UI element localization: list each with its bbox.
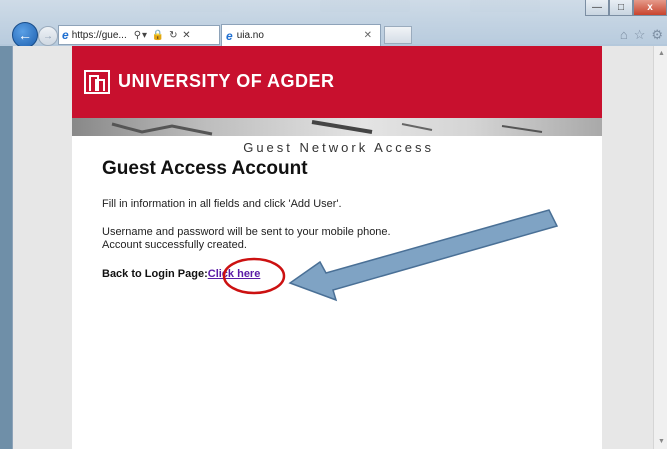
tab-uia[interactable]: e uia.no ✕ — [221, 24, 381, 46]
new-tab-button[interactable] — [384, 26, 412, 44]
vertical-scrollbar[interactable]: ▲ ▼ — [653, 46, 667, 449]
status-messages: Username and password will be sent to yo… — [102, 226, 391, 252]
restore-icon[interactable]: □ — [609, 0, 633, 16]
minimize-icon[interactable]: — — [585, 0, 609, 16]
created-notice: Account successfully created. — [102, 239, 247, 251]
home-icon[interactable]: ⌂ — [620, 27, 628, 43]
sent-notice: Username and password will be sent to yo… — [102, 226, 391, 238]
gear-icon[interactable]: ⚙ — [651, 27, 663, 43]
window-controls: — □ x — [585, 0, 667, 16]
click-here-link[interactable]: Click here — [208, 268, 261, 280]
browser-chrome: — □ x ← → e https://gue... ⚲▾ 🔒 ↻ ✕ e ui… — [0, 0, 667, 48]
address-bar[interactable]: e https://gue... ⚲▾ 🔒 ↻ ✕ — [58, 25, 220, 45]
back-button[interactable]: ← — [12, 22, 38, 48]
network-title: Guest Network Access — [243, 140, 434, 155]
university-logo-icon — [84, 70, 110, 94]
instruction-text: Fill in information in all fields and cl… — [102, 198, 342, 210]
ie-favicon-icon: e — [62, 28, 69, 42]
web-page: UNIVERSITY OF AGDER Guest Network Access… — [72, 46, 602, 449]
university-name: UNIVERSITY OF AGDER — [118, 71, 335, 91]
close-icon[interactable]: x — [633, 0, 667, 16]
tab-close-icon[interactable]: ✕ — [364, 30, 372, 41]
scroll-down-icon[interactable]: ▼ — [658, 438, 665, 445]
banner-photo — [72, 118, 602, 136]
university-banner: UNIVERSITY OF AGDER — [72, 46, 602, 118]
page-title: Guest Access Account — [102, 158, 308, 179]
tab-title: uia.no — [236, 30, 264, 41]
address-text: https://gue... — [71, 29, 127, 41]
back-label: Back to Login Page: — [102, 268, 208, 280]
star-icon[interactable]: ☆ — [634, 27, 646, 43]
toolbar-icons: ⌂ ☆ ⚙ — [620, 27, 663, 43]
scroll-up-icon[interactable]: ▲ — [658, 50, 665, 57]
back-to-login: Back to Login Page:Click here — [102, 268, 260, 280]
forward-button[interactable]: → — [38, 26, 58, 46]
address-tools-icon[interactable]: ⚲▾ 🔒 ↻ ✕ — [134, 30, 192, 41]
browser-viewport: UNIVERSITY OF AGDER Guest Network Access… — [12, 46, 667, 449]
ie-favicon-icon: e — [226, 28, 233, 43]
